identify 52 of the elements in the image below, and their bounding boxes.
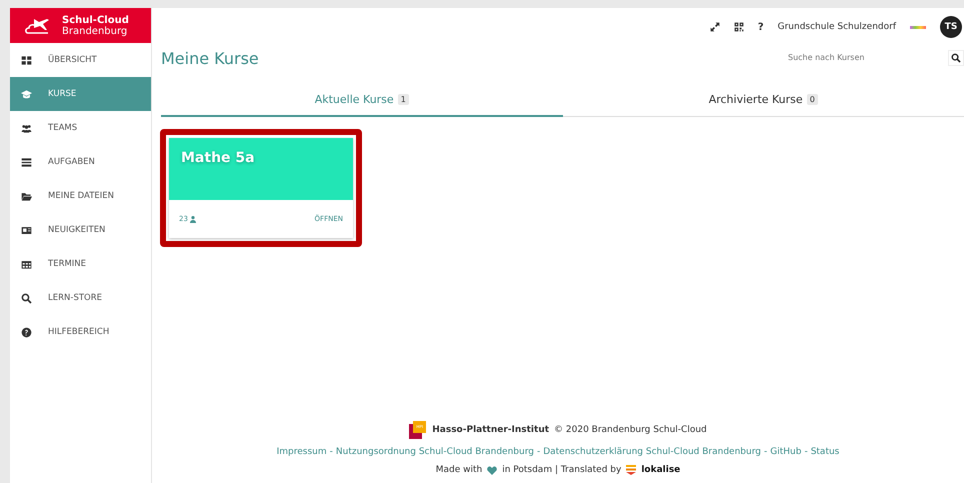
made-with-text: Made with <box>436 465 482 475</box>
brand-name: Schul-Cloud <box>62 14 129 26</box>
course-title: Mathe 5a <box>181 150 256 166</box>
page-title: Meine Kurse <box>161 48 259 68</box>
copyright-text: © 2020 Brandenburg Schul-Cloud <box>554 425 707 435</box>
sidebar-item[interactable]: HILFEBEREICH <box>10 315 151 349</box>
help-icon <box>21 326 32 338</box>
separator: - <box>764 447 768 457</box>
grid-icon <box>21 54 32 66</box>
count-badge: 1 <box>398 94 409 105</box>
sidebar-item[interactable]: LERN-STORE <box>10 281 151 315</box>
separator: - <box>804 447 808 457</box>
news-icon <box>21 224 32 236</box>
sidebar-item[interactable]: TERMINE <box>10 247 151 281</box>
sidebar-item[interactable]: TEAMS <box>10 111 151 145</box>
tab[interactable]: Archivierte Kurse 0 <box>562 84 964 117</box>
sidebar-item[interactable]: NEUIGKEITEN <box>10 213 151 247</box>
sidebar-item[interactable]: AUFGABEN <box>10 145 151 179</box>
stack-icon <box>626 465 636 475</box>
credits-text: in Potsdam | Translated by <box>502 465 622 475</box>
separator: - <box>536 447 540 457</box>
footer-link[interactable]: Datenschutzerklärung Schul-Cloud Brandenburg <box>543 447 761 457</box>
person-icon <box>190 216 196 222</box>
sidebar-item[interactable]: MEINE DATEIEN <box>10 179 151 213</box>
cap-icon <box>21 88 32 100</box>
search-button[interactable] <box>948 50 964 66</box>
tasks-icon <box>21 156 32 168</box>
school-name[interactable]: Grundschule Schulzendorf <box>778 22 896 32</box>
school-logo <box>910 26 926 28</box>
brand-region: Brandenburg <box>62 26 128 36</box>
institute-name: Hasso-Plattner-Institut <box>432 425 550 435</box>
lokalise-logo: lokalise <box>641 465 680 475</box>
footer-link[interactable]: Nutzungsordnung Schul-Cloud Brandenburg <box>336 447 534 457</box>
user-avatar[interactable]: TS <box>940 16 962 38</box>
sidebar-item[interactable]: ÜBERSICHT <box>10 43 151 77</box>
separator: - <box>330 447 333 457</box>
sidebar-item[interactable]: KURSE <box>10 77 151 111</box>
folder-icon <box>21 190 32 202</box>
search-icon <box>21 292 32 304</box>
expand-icon[interactable] <box>710 22 720 32</box>
heart-icon <box>487 466 498 474</box>
qr-code-icon[interactable] <box>734 22 744 32</box>
footer-link[interactable]: Status <box>810 447 840 457</box>
people-icon <box>21 122 32 134</box>
count-badge: 0 <box>806 94 818 105</box>
footer-link[interactable]: GitHub <box>770 447 802 457</box>
brand-logo[interactable]: Schul-Cloud Brandenburg <box>10 8 151 43</box>
table-icon <box>21 258 32 270</box>
tab[interactable]: Aktuelle Kurse 1 <box>161 84 562 117</box>
help-icon[interactable]: ? <box>758 22 764 32</box>
footer-link[interactable]: Impressum <box>276 447 327 457</box>
search-icon <box>951 53 961 63</box>
